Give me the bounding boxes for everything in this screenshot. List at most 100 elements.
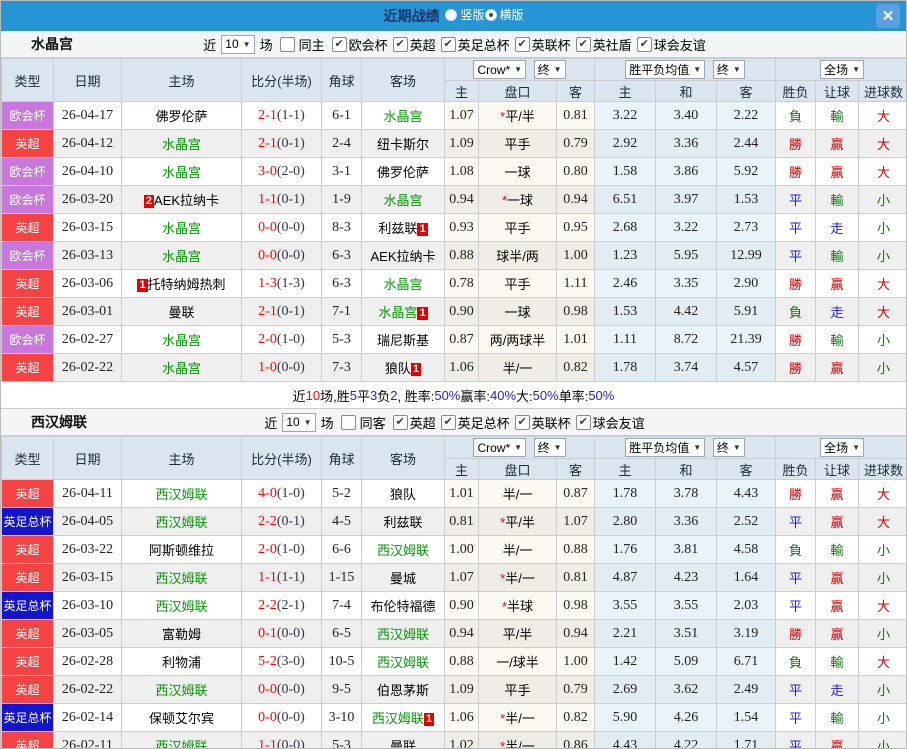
competition-checkbox[interactable]: ✔	[575, 36, 591, 52]
handicap-result: 贏	[815, 591, 860, 620]
summary-part: 赢率:	[460, 388, 490, 404]
away-team: 西汉姆联	[361, 619, 445, 648]
competition-label: 英足总杯	[457, 37, 510, 53]
competition-checkbox[interactable]: ✔	[440, 414, 456, 430]
away-team: AEK拉纳卡	[361, 241, 445, 270]
euro-home-odds: 1.78	[594, 353, 657, 382]
team-label: 曼联	[168, 305, 195, 320]
score-cell: 0-0(0-0)	[241, 703, 322, 732]
asian-final-select[interactable]: 终 ▼	[533, 59, 566, 79]
euro-final-select[interactable]: 终 ▼	[712, 438, 745, 457]
team-label: 利兹联	[378, 221, 418, 236]
competition-checkbox[interactable]: ✔	[392, 36, 408, 52]
competition-checkbox[interactable]: ✔	[636, 36, 652, 52]
match-rows: 英超 26-04-11 西汉姆联 4-0(1-0) 5-2 狼队 1.01 半/一 0.87 1.…	[1, 479, 906, 749]
match-date: 26-02-22	[53, 675, 122, 704]
competition-checkbox[interactable]: ✔	[514, 414, 530, 430]
col-away: 客场	[361, 436, 445, 480]
bookmaker-select[interactable]: Crow* ▼	[473, 60, 527, 80]
competition-checkbox[interactable]: ✔	[331, 36, 347, 52]
team-label: 阿斯顿维拉	[148, 543, 214, 558]
match-row: 英超 26-04-11 西汉姆联 4-0(1-0) 5-2 狼队 1.01 半/一 0.87 1.…	[1, 479, 906, 508]
winlose-result: 平	[775, 675, 817, 704]
handicap-result: 贏	[815, 507, 860, 536]
winlose-result: 平	[775, 507, 817, 536]
same-venue-checkbox[interactable]	[279, 36, 295, 52]
summary-part: 5	[349, 387, 357, 403]
team-name: 水晶宫	[31, 36, 73, 52]
handicap-cell: 平手	[478, 213, 557, 242]
halftime-score: (1-1)	[276, 569, 305, 585]
goals-result: 大	[858, 647, 906, 676]
asian-home-odds: 1.09	[444, 675, 479, 704]
competition-badge: 欧会杯	[1, 157, 54, 186]
score-cell: 1-1(0-0)	[241, 731, 322, 749]
euro-away-odds: 5.92	[716, 157, 777, 186]
away-team: 狼队 1	[361, 353, 445, 382]
match-date: 26-03-22	[53, 535, 122, 564]
layout-radio-selected[interactable]: 横版	[484, 6, 524, 23]
asian-home-odds: 1.08	[444, 157, 479, 186]
recent-count-select[interactable]: 10 ▼	[282, 412, 316, 432]
competition-badge: 英超	[1, 297, 54, 326]
away-team: 伯恩茅斯	[361, 675, 445, 704]
summary-part: , 胜率:	[397, 388, 435, 404]
euro-home-odds: 1.53	[594, 297, 657, 326]
asian-home-odds: 0.88	[444, 647, 479, 676]
competition-badge: 英足总杯	[1, 507, 54, 536]
euro-home-odds: 3.22	[594, 101, 657, 130]
match-row: 英超 26-04-12 水晶宫 2-1(0-1) 2-4 纽卡斯尔 1.09 平手 0.79 2.…	[1, 129, 906, 158]
close-icon[interactable]: ✕	[876, 4, 900, 28]
match-row: 英超 26-02-22 水晶宫 1-0(0-0) 7-3 狼队 1 1.06 半/一 0.82 1.…	[1, 353, 906, 382]
score-cell: 1-1(0-1)	[241, 185, 322, 214]
asian-final-select[interactable]: 终 ▼	[533, 437, 566, 457]
goals-result: 大	[858, 479, 906, 508]
col-asian-home: 主	[444, 458, 479, 480]
recent-count-select[interactable]: 10 ▼	[221, 34, 255, 54]
handicap-result: 輸	[815, 241, 860, 270]
asian-away-odds: 0.81	[555, 101, 596, 130]
handicap-cell: 一球	[478, 297, 557, 326]
match-date: 26-03-13	[53, 241, 122, 270]
bookmaker-select[interactable]: Crow* ▼	[473, 438, 527, 458]
team-label: 曼联	[389, 739, 416, 749]
chevron-down-icon: ▼	[514, 65, 523, 75]
team-label: 水晶宫	[161, 361, 201, 376]
away-team: 水晶宫	[361, 269, 445, 298]
team-label: 瑞尼斯基	[376, 333, 429, 348]
euro-odds-select[interactable]: 胜平负均值 ▼	[625, 438, 706, 457]
same-venue-checkbox[interactable]	[340, 414, 356, 430]
summary-part: 50%	[434, 387, 461, 403]
competition-checkbox[interactable]: ✔	[514, 36, 530, 52]
euro-draw-odds: 3.74	[655, 353, 718, 382]
competition-checkbox[interactable]: ✔	[440, 36, 456, 52]
match-row: 英超 26-03-06 1 托特纳姆热刺 1-3(1-3) 6-3 水晶宫 0.78 平手 1.1…	[1, 269, 906, 298]
halftime-score: (1-3)	[276, 275, 305, 291]
euro-away-odds: 1.53	[716, 185, 777, 214]
corner-count: 6-3	[321, 241, 362, 270]
away-team: 利兹联	[361, 507, 445, 536]
competition-label: 球会友谊	[653, 37, 706, 53]
scope-select[interactable]: 全场 ▼	[820, 60, 864, 79]
euro-draw-odds: 3.55	[655, 591, 718, 620]
euro-draw-odds: 3.97	[655, 185, 718, 214]
halftime-score: (0-0)	[276, 737, 305, 749]
competition-checkbox[interactable]: ✔	[392, 414, 408, 430]
winlose-result: 勝	[775, 619, 817, 648]
competition-checkbox[interactable]: ✔	[575, 414, 591, 430]
euro-final-select[interactable]: 终 ▼	[712, 60, 745, 79]
scope-select[interactable]: 全场 ▼	[820, 438, 864, 457]
euro-away-odds: 2.03	[716, 591, 777, 620]
score-cell: 2-2(0-1)	[241, 507, 322, 536]
handicap-result: 贏	[815, 563, 860, 592]
away-team: 西汉姆联	[361, 647, 445, 676]
layout-radio-option[interactable]: 竖版	[445, 6, 485, 23]
euro-odds-group: 胜平负均值 ▼ 终 ▼	[594, 436, 777, 459]
match-date: 26-02-11	[53, 731, 122, 748]
away-team: 佛罗伦萨	[361, 157, 445, 186]
col-asian-home: 主	[444, 80, 479, 102]
match-row: 英超 26-03-15 水晶宫 0-0(0-0) 8-3 利兹联 1 0.93 平手 0.95 2.…	[1, 213, 906, 242]
competition-badge: 英超	[1, 647, 54, 676]
euro-odds-select[interactable]: 胜平负均值 ▼	[625, 60, 706, 79]
team-label: 水晶宫	[161, 221, 201, 236]
